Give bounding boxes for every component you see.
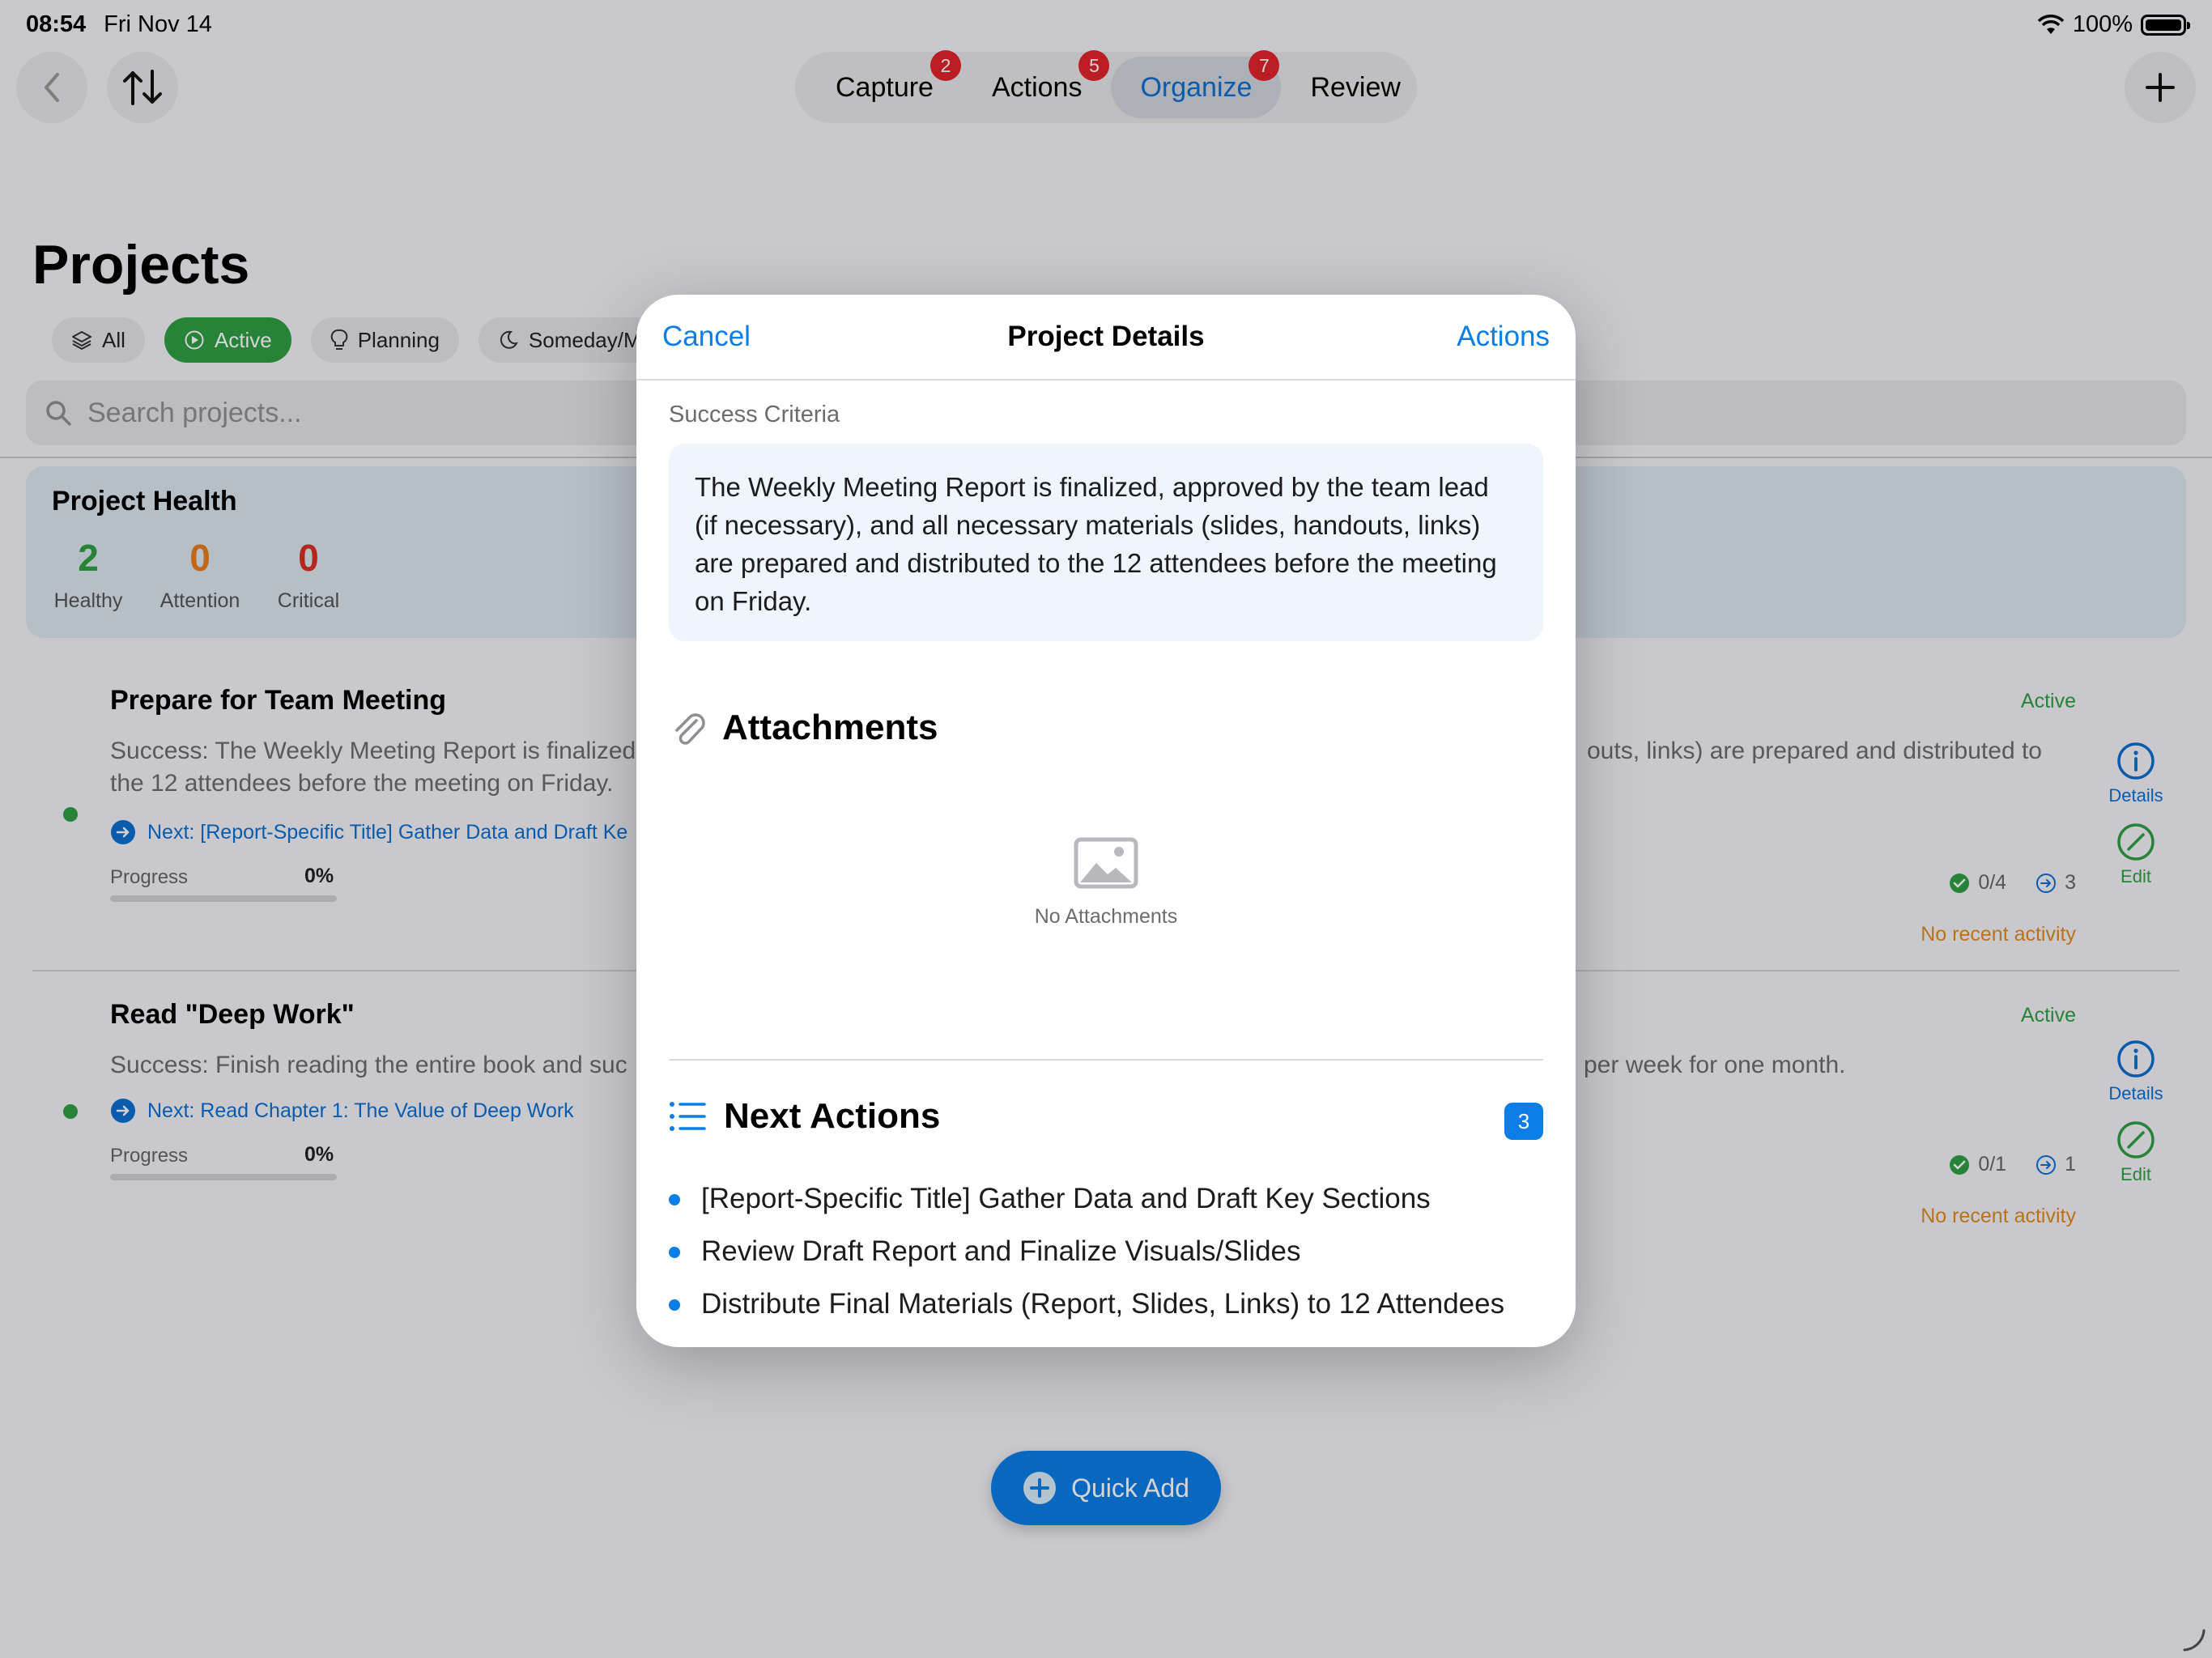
sheet-title: Project Details [1007,321,1205,352]
sheet-header: Cancel Project Details Actions [636,295,1576,380]
actions-button[interactable]: Actions [1457,321,1550,353]
sheet-divider [669,1059,1543,1061]
success-criteria-label: Success Criteria [669,402,840,427]
photo-icon [1074,837,1138,889]
list-item[interactable]: Review Draft Report and Finalize Visuals… [669,1225,1543,1278]
list-item[interactable]: [Report-Specific Title] Gather Data and … [669,1172,1543,1225]
resize-handle-icon[interactable] [2181,1627,2206,1652]
attachments-header: Attachments [669,708,938,748]
list-bullet-icon [670,1102,706,1131]
paperclip-icon [675,713,705,745]
next-actions-header: Next Actions [669,1096,940,1137]
success-criteria-text: The Weekly Meeting Report is finalized, … [669,444,1543,641]
next-actions-count-badge: 3 [1504,1103,1543,1140]
next-actions-title: Next Actions [724,1096,941,1136]
next-actions-list: [Report-Specific Title] Gather Data and … [669,1172,1543,1330]
attachments-title: Attachments [722,708,938,747]
app-background: 08:54 Fri Nov 14 100% Capture 2 Actions 5… [0,0,2212,1658]
list-item[interactable]: Distribute Final Materials (Report, Slid… [669,1278,1543,1330]
no-attachments-text: No Attachments [1034,905,1178,928]
project-details-sheet: Cancel Project Details Actions Success C… [636,295,1576,1347]
